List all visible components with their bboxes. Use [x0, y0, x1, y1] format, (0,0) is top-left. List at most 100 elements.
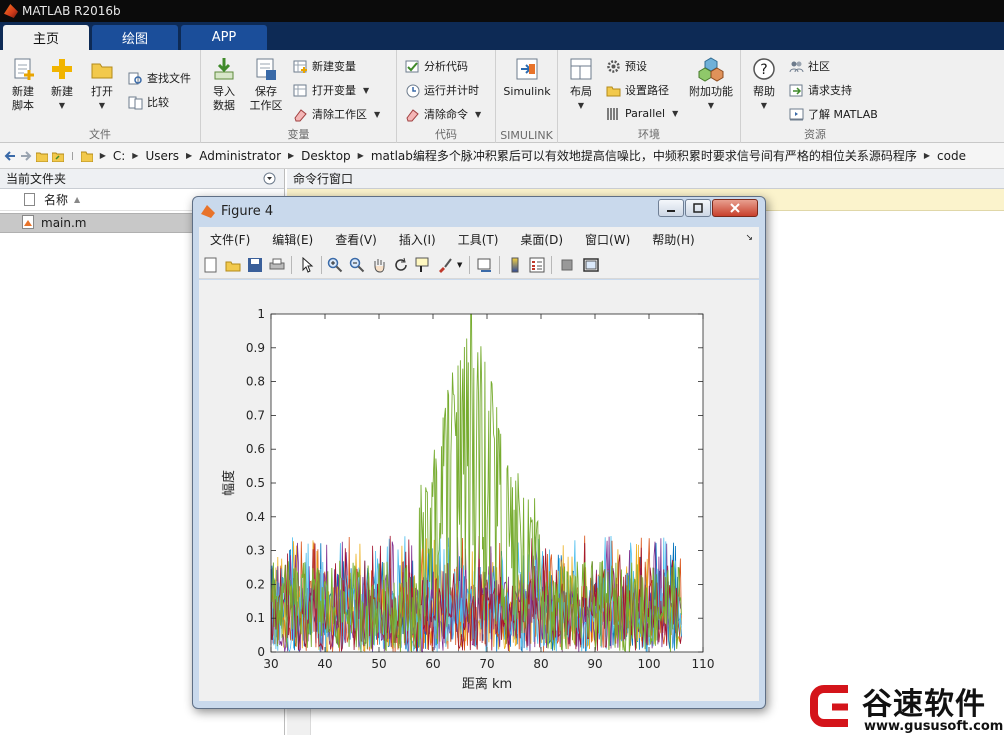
menu-window[interactable]: 窗口(W) — [574, 231, 641, 248]
figure-window: Figure 4 文件(F) 编辑(E) 查看(V) 插入(I) 工具(T) 桌… — [192, 196, 766, 709]
compare-button[interactable]: 比较 — [128, 94, 169, 110]
run-and-time-button[interactable]: 运行并计时 — [405, 82, 479, 98]
analyze-code-button[interactable]: 分析代码 — [405, 58, 468, 74]
menu-view[interactable]: 查看(V) — [324, 231, 388, 248]
x-tick-label: 80 — [533, 657, 548, 671]
tab-home[interactable]: 主页 — [3, 25, 89, 50]
minimize-button[interactable] — [658, 199, 684, 217]
x-tick-label: 30 — [263, 657, 278, 671]
line-chart[interactable]: 30 40 50 60 70 80 90 100 110 0 0.1 0.2 0.3 0.4 0.5 0.6 0… — [199, 280, 759, 701]
chevron-down-icon[interactable]: ▼ — [457, 261, 462, 269]
crumb-separator-icon: ▶ — [923, 151, 931, 160]
community-label: 社区 — [808, 60, 830, 73]
chevron-down-icon: ▼ — [760, 101, 768, 110]
group-code-label: 代码 — [435, 128, 457, 141]
set-path-button[interactable]: 设置路径 — [606, 82, 669, 98]
layout-icon — [568, 56, 594, 82]
run-and-time-label: 运行并计时 — [424, 84, 479, 97]
colorbar-icon[interactable] — [507, 257, 523, 273]
addons-icon — [698, 56, 724, 82]
group-resources: ? 帮助 ▼ 社区 请求支持 了解 MATLAB 资源 — [741, 50, 889, 143]
show-plot-tools-icon[interactable] — [583, 257, 599, 273]
open-variable-button[interactable]: 打开变量 ▼ — [293, 82, 369, 98]
panel-menu-icon[interactable] — [263, 172, 276, 188]
print-icon[interactable] — [269, 257, 285, 273]
import-data-button[interactable]: 导入 数据 — [207, 56, 241, 113]
maximize-button[interactable] — [685, 199, 711, 217]
legend-icon[interactable] — [529, 257, 545, 273]
request-support-label: 请求支持 — [808, 84, 852, 97]
up-folder-icon[interactable] — [35, 150, 49, 162]
menu-edit[interactable]: 编辑(E) — [261, 231, 324, 248]
x-tick-label: 40 — [317, 657, 332, 671]
pointer-icon[interactable] — [299, 256, 315, 273]
preferences-button[interactable]: 预设 — [606, 58, 647, 74]
hide-plot-tools-icon[interactable] — [559, 257, 575, 273]
ribbon: 新建 脚本 新建 ▼ 打开 ▼ 查找文件 比较 文件 导入 数据 保存 工作区 … — [0, 50, 1004, 143]
menu-help[interactable]: 帮助(H) — [641, 231, 705, 248]
address-bar: | ▶ C: ▶ Users ▶ Administrator ▶ Desktop… — [0, 143, 1004, 169]
menu-insert[interactable]: 插入(I) — [388, 231, 447, 248]
breadcrumb-project[interactable]: matlab编程多个脉冲积累后可以有效地提高信噪比，中频积累时要求信号间有严格的… — [371, 147, 917, 164]
simulink-label: Simulink — [503, 85, 551, 98]
parallel-button[interactable]: Parallel ▼ — [606, 106, 678, 121]
request-support-button[interactable]: 请求支持 — [789, 82, 852, 98]
dock-arrow-icon[interactable]: ↘ — [745, 233, 753, 243]
group-file-label: 文件 — [89, 128, 111, 141]
tab-apps[interactable]: APP — [181, 25, 267, 50]
new-figure-icon[interactable] — [203, 257, 219, 273]
analyze-code-icon — [405, 59, 420, 74]
new-variable-icon — [293, 59, 308, 74]
new-variable-button[interactable]: 新建变量 — [293, 58, 356, 74]
new-script-button[interactable]: 新建 脚本 — [6, 56, 40, 113]
layout-label: 布局 — [570, 85, 592, 98]
save-workspace-button[interactable]: 保存 工作区 — [247, 56, 285, 113]
breadcrumb-administrator[interactable]: Administrator — [199, 149, 281, 163]
menu-desktop[interactable]: 桌面(D) — [509, 231, 574, 248]
parallel-icon — [606, 106, 621, 121]
breadcrumb-drive[interactable]: C: — [113, 149, 125, 163]
close-button[interactable] — [712, 199, 758, 217]
learn-matlab-button[interactable]: 了解 MATLAB — [789, 106, 878, 122]
app-titlebar: MATLAB R2016b — [0, 0, 1004, 22]
clear-commands-button[interactable]: 清除命令 ▼ — [405, 106, 481, 122]
back-arrow-icon[interactable] — [4, 150, 16, 162]
menu-tools[interactable]: 工具(T) — [447, 231, 510, 248]
x-axis-label: 距离 km — [462, 676, 512, 692]
breadcrumb-users[interactable]: Users — [145, 149, 179, 163]
simulink-button[interactable]: Simulink — [502, 56, 552, 99]
rotate-icon[interactable] — [393, 257, 409, 273]
group-variable: 导入 数据 保存 工作区 新建变量 打开变量 ▼ 清除工作区 ▼ 变量 — [201, 50, 397, 143]
brand-logo — [810, 685, 848, 727]
new-button[interactable]: 新建 ▼ — [46, 56, 78, 113]
breadcrumb-desktop[interactable]: Desktop — [301, 149, 351, 163]
save-icon[interactable] — [247, 257, 263, 273]
find-files-button[interactable]: 查找文件 — [128, 70, 191, 86]
zoom-in-icon[interactable] — [327, 257, 343, 273]
chevron-down-icon: ▼ — [707, 101, 715, 110]
data-cursor-icon[interactable] — [415, 257, 431, 273]
open-icon[interactable] — [225, 257, 241, 273]
community-button[interactable]: 社区 — [789, 58, 830, 74]
brush-icon[interactable] — [437, 257, 453, 273]
chevron-down-icon: ▼ — [672, 109, 679, 118]
menu-file[interactable]: 文件(F) — [199, 231, 261, 248]
tab-plots[interactable]: 绘图 — [92, 25, 178, 50]
zoom-out-icon[interactable] — [349, 257, 365, 273]
file-name: main.m — [41, 216, 87, 230]
y-tick-label: 0.9 — [246, 341, 265, 355]
link-icon[interactable] — [477, 257, 493, 273]
breadcrumb-code[interactable]: code — [937, 149, 966, 163]
svg-text:?: ? — [760, 62, 767, 78]
forward-arrow-icon[interactable] — [20, 150, 32, 162]
pan-icon[interactable] — [371, 257, 387, 273]
y-axis-label: 幅度 — [221, 470, 237, 496]
help-button[interactable]: ? 帮助 ▼ — [747, 56, 781, 113]
addons-button[interactable]: 附加功能 ▼ — [686, 56, 736, 113]
clear-workspace-button[interactable]: 清除工作区 ▼ — [293, 106, 380, 122]
browse-folder-icon[interactable] — [51, 150, 65, 162]
layout-button[interactable]: 布局 ▼ — [564, 56, 598, 113]
y-tick-label: 0.3 — [246, 544, 265, 558]
parallel-label: Parallel — [625, 107, 666, 120]
open-button[interactable]: 打开 ▼ — [86, 56, 118, 113]
